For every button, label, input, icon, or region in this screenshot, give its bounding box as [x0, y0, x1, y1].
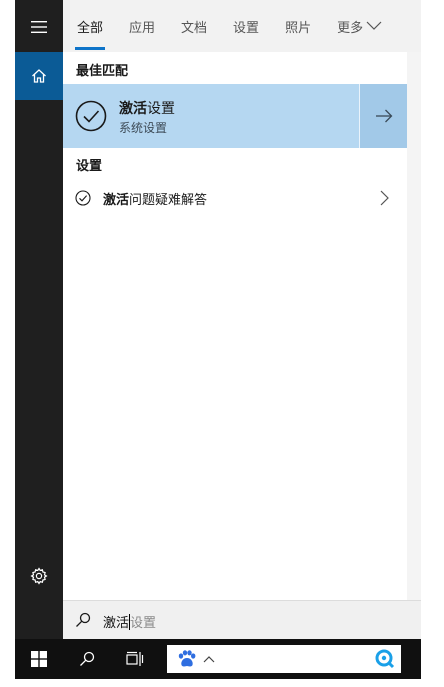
results-list: 最佳匹配 激活设置 系统设置 设置 激活问题疑难解答 — [63, 52, 407, 600]
list-item-label: 激活问题疑难解答 — [103, 193, 208, 208]
baidu-search-icon[interactable] — [375, 649, 395, 673]
home-icon[interactable] — [15, 52, 63, 100]
chevron-up-icon[interactable] — [203, 652, 215, 667]
best-match-heading: 最佳匹配 — [76, 64, 129, 79]
task-view-icon[interactable] — [111, 639, 159, 679]
tab-settings[interactable]: 设置 — [233, 0, 259, 52]
filter-tabs: 全部 应用 文档 设置 照片 更多 — [63, 0, 421, 52]
scrollbar[interactable] — [407, 52, 421, 600]
search-icon — [75, 612, 91, 632]
best-match-title: 激活设置 — [119, 101, 175, 117]
tab-apps[interactable]: 应用 — [129, 0, 155, 52]
windows-logo-icon[interactable] — [15, 639, 63, 679]
search-icon[interactable] — [63, 639, 111, 679]
tab-photos[interactable]: 照片 — [285, 0, 311, 52]
list-item[interactable]: 激活问题疑难解答 — [63, 182, 407, 214]
check-circle-icon — [75, 100, 107, 132]
chevron-down-icon — [366, 19, 382, 34]
best-match-subtitle: 系统设置 — [119, 121, 168, 135]
settings-heading: 设置 — [76, 159, 103, 174]
hamburger-icon[interactable] — [15, 6, 63, 48]
gear-icon[interactable] — [15, 556, 63, 596]
tab-more[interactable]: 更多 — [337, 0, 382, 52]
tab-documents[interactable]: 文档 — [181, 0, 207, 52]
search-input[interactable]: 激活设置 — [103, 612, 156, 631]
search-suggestion: 设置 — [130, 616, 157, 631]
taskbar-search-box[interactable] — [167, 645, 401, 673]
tab-all[interactable]: 全部 — [74, 0, 106, 52]
best-match-result[interactable]: 激活设置 系统设置 — [63, 84, 407, 148]
left-rail — [15, 0, 63, 639]
taskbar — [15, 639, 421, 679]
chevron-right-icon — [380, 190, 389, 210]
check-circle-icon — [75, 190, 91, 206]
baidu-paw-icon — [177, 650, 197, 672]
search-box[interactable]: 激活设置 — [63, 600, 421, 639]
search-results-panel: 全部 应用 文档 设置 照片 更多 最佳匹配 激活设置 系统设置 设置 激活问题… — [63, 0, 421, 600]
arrow-right-icon[interactable] — [359, 84, 407, 148]
